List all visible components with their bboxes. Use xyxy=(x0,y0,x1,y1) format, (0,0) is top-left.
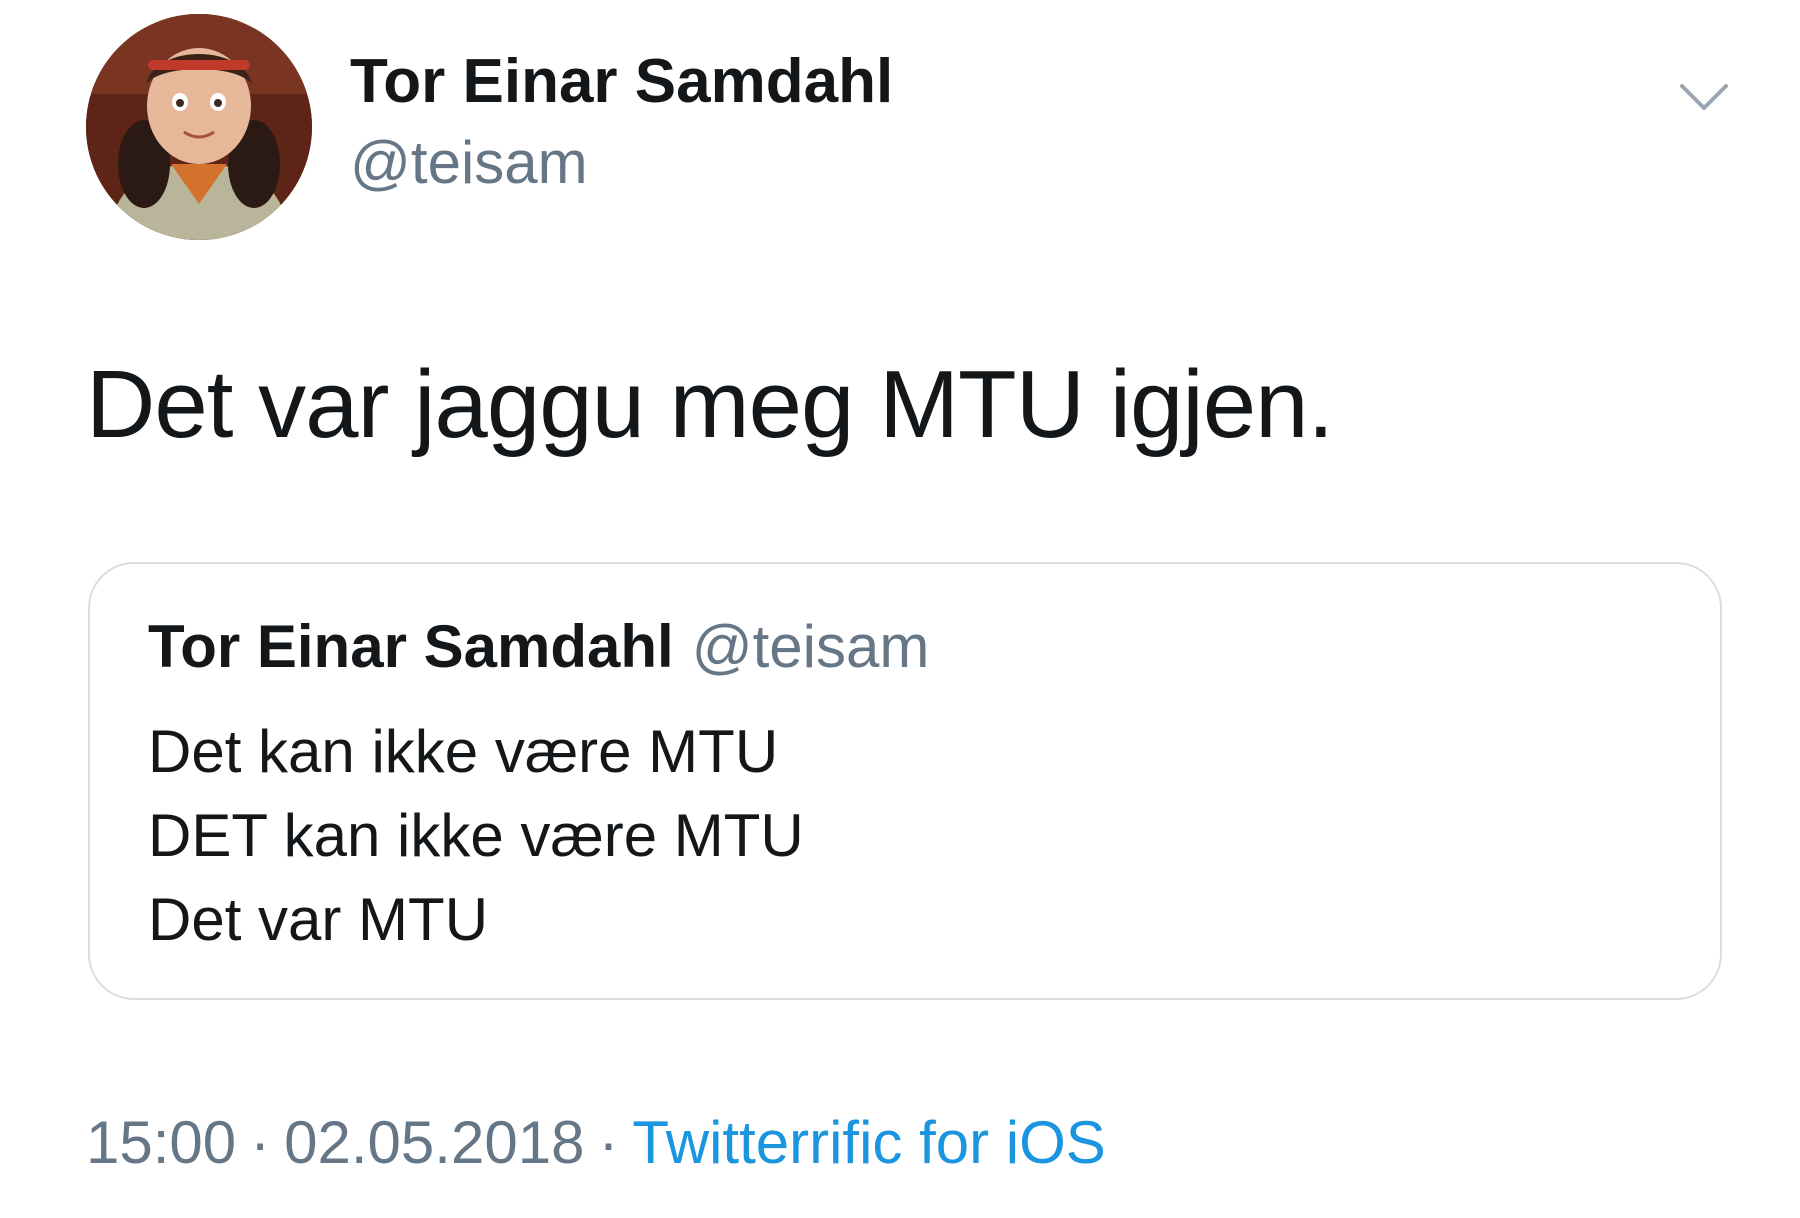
author-name[interactable]: Tor Einar Samdahl xyxy=(350,46,893,117)
tweet: Tor Einar Samdahl @teisam Det var jaggu … xyxy=(0,0,1800,1218)
quoted-tweet-header: Tor Einar Samdahl @teisam xyxy=(148,612,929,681)
quoted-author-name: Tor Einar Samdahl xyxy=(148,613,674,680)
quoted-text-line: DET kan ikke være MTU xyxy=(148,802,804,869)
tweet-date: 02.05.2018 xyxy=(284,1109,585,1176)
avatar-image xyxy=(86,14,312,240)
quoted-tweet[interactable]: Tor Einar Samdahl @teisam Det kan ikke væ… xyxy=(88,562,1722,1000)
author-handle[interactable]: @teisam xyxy=(350,128,588,197)
quoted-tweet-text: Det kan ikke være MTU DET kan ikke være … xyxy=(148,710,804,962)
quoted-text-line: Det var MTU xyxy=(148,886,489,953)
tweet-text: Det var jaggu meg MTU igjen. xyxy=(86,351,1334,458)
meta-separator: · xyxy=(598,1109,619,1176)
quoted-text-line: Det kan ikke være MTU xyxy=(148,718,779,785)
quoted-author-handle: @teisam xyxy=(691,613,930,680)
tweet-source-link[interactable]: Twitterrific for iOS xyxy=(632,1109,1105,1176)
avatar[interactable] xyxy=(86,14,312,240)
tweet-meta: 15:00 · 02.05.2018 · Twitterrific for iOS xyxy=(86,1108,1106,1177)
tweet-time: 15:00 xyxy=(86,1109,237,1176)
meta-separator: · xyxy=(250,1109,271,1176)
chevron-down-icon[interactable] xyxy=(1676,76,1732,116)
